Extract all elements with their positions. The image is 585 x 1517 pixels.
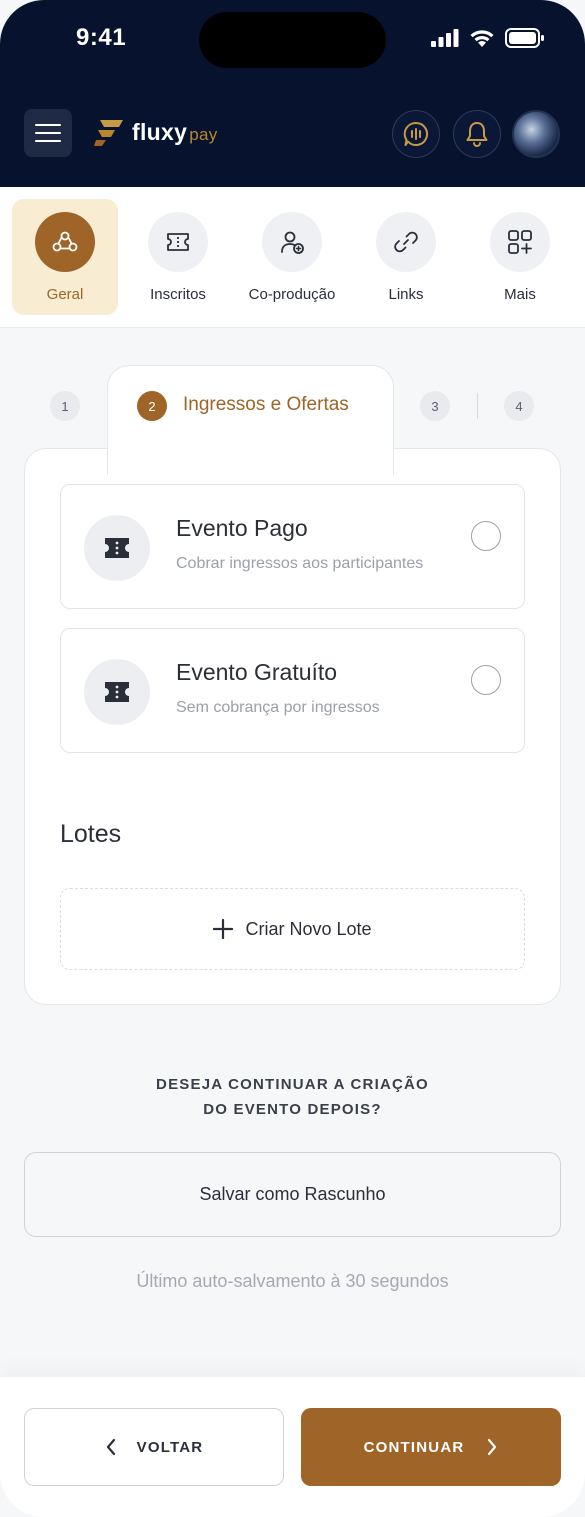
radio-free[interactable]: [471, 665, 501, 695]
feedback-button[interactable]: [392, 110, 440, 158]
option-icon-wrap: [84, 515, 150, 581]
step-3[interactable]: 3: [420, 391, 450, 421]
logo-text: fluxy pay: [132, 118, 218, 145]
option-free-event[interactable]: Evento Gratuíto Sem cobrança por ingress…: [60, 628, 525, 753]
chevron-left-icon: [106, 1438, 115, 1456]
lotes-heading: Lotes: [60, 820, 122, 848]
ticket-icon: [105, 538, 129, 558]
nav-icon-wrap: [148, 212, 208, 272]
link-icon: [394, 231, 418, 253]
nav-item-coproducao[interactable]: Co-produção: [239, 199, 345, 315]
logo-mark-icon: [94, 120, 123, 146]
create-lote-label: Criar Novo Lote: [245, 918, 372, 939]
option-title: Evento Gratuíto: [176, 659, 338, 685]
step-4[interactable]: 4: [504, 391, 534, 421]
ticket-icon: [105, 682, 129, 702]
section-nav: Geral Inscritos Co-produção Links Mais: [0, 187, 585, 328]
option-icon-wrap: [84, 659, 150, 725]
continue-later-question: DESEJA CONTINUAR A CRIAÇÃO DO EVENTO DEP…: [0, 1072, 585, 1122]
nav-icon-wrap: [262, 212, 322, 272]
step-1[interactable]: 1: [50, 391, 80, 421]
radio-paid[interactable]: [471, 521, 501, 551]
ticket-icon: [167, 233, 189, 251]
step-divider: [477, 393, 478, 419]
notifications-button[interactable]: [453, 110, 501, 158]
create-lote-button[interactable]: Criar Novo Lote: [60, 888, 525, 970]
wifi-icon: [470, 29, 494, 47]
question-line-1: DESEJA CONTINUAR A CRIAÇÃO: [156, 1076, 429, 1093]
continue-label: CONTINUAR: [363, 1438, 465, 1456]
tab-join: [108, 440, 393, 460]
nav-label: Links: [388, 286, 424, 303]
nav-icon-wrap: [35, 212, 95, 272]
dynamic-island: [199, 12, 386, 68]
option-title: Evento Pago: [176, 515, 308, 541]
nav-label: Mais: [504, 286, 536, 303]
option-subtitle: Sem cobrança por ingressos: [176, 699, 380, 716]
battery-icon: [505, 28, 544, 48]
signal-icon: [431, 29, 459, 47]
chat-bubble-icon: [403, 121, 429, 146]
nav-item-inscritos[interactable]: Inscritos: [125, 199, 231, 315]
bell-icon: [466, 122, 488, 147]
nav-icon-wrap: [376, 212, 436, 272]
step-title: Ingressos e Ofertas: [183, 394, 349, 415]
status-icons: [431, 28, 545, 48]
user-avatar[interactable]: [512, 110, 560, 158]
continue-button[interactable]: CONTINUAR: [301, 1408, 561, 1486]
save-draft-button[interactable]: Salvar como Rascunho: [24, 1152, 561, 1237]
app-screen: 9:41 fluxy pay Geral Inscritos Co-produç…: [0, 0, 585, 1517]
nav-item-links[interactable]: Links: [353, 199, 459, 315]
top-header: 9:41 fluxy pay: [0, 0, 585, 187]
option-subtitle: Cobrar ingressos aos participantes: [176, 555, 424, 572]
back-button[interactable]: VOLTAR: [24, 1408, 284, 1486]
autosave-status: Último auto-salvamento à 30 segundos: [136, 1271, 449, 1291]
option-paid-event[interactable]: Evento Pago Cobrar ingressos aos partici…: [60, 484, 525, 609]
back-label: VOLTAR: [136, 1438, 204, 1456]
grid-plus-icon: [508, 230, 532, 254]
question-line-2: DO EVENTO DEPOIS?: [203, 1101, 382, 1118]
nav-label: Geral: [46, 286, 84, 303]
nav-icon-wrap: [490, 212, 550, 272]
hamburger-icon: [35, 124, 61, 142]
status-time: 9:41: [76, 24, 127, 51]
nav-item-geral[interactable]: Geral: [12, 199, 118, 315]
menu-button[interactable]: [24, 109, 72, 157]
fluxypay-logo: fluxy pay: [94, 118, 218, 146]
nav-item-mais[interactable]: Mais: [467, 199, 573, 315]
nav-label: Co-produção: [248, 286, 336, 303]
group-icon: [52, 231, 78, 252]
plus-icon: [213, 919, 234, 939]
chevron-right-icon: [488, 1438, 497, 1456]
step-2[interactable]: 2: [137, 391, 167, 421]
user-add-icon: [281, 231, 304, 254]
nav-label: Inscritos: [150, 286, 206, 303]
